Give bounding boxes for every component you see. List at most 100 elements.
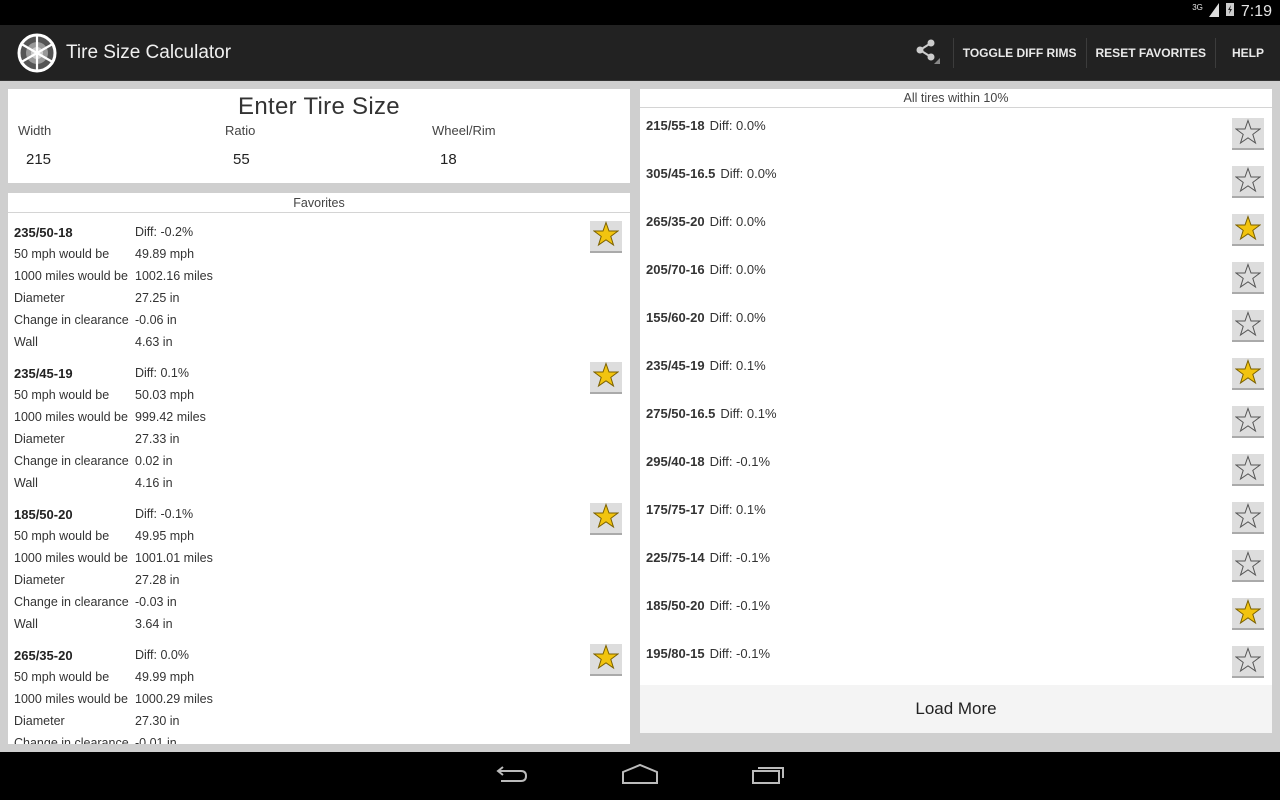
detail-label: Diameter <box>14 432 65 446</box>
enter-tire-size-panel: Enter Tire Size Width 215 Ratio 55 Wheel… <box>8 89 630 183</box>
detail-value: 999.42 miles <box>135 410 206 424</box>
favorite-star-button[interactable] <box>1232 358 1264 390</box>
favorite-star-button[interactable] <box>1232 646 1264 678</box>
tire-list-item[interactable]: 175/75-17 Diff: 0.1% <box>640 492 1272 540</box>
back-button[interactable] <box>492 762 532 790</box>
all-tires-heading: All tires within 10% <box>640 89 1272 108</box>
favorite-detail-row: 235/50-18 Diff: -0.2% <box>14 221 630 243</box>
detail-value: 4.16 in <box>135 476 173 490</box>
tire-list-item[interactable]: 195/80-15 Diff: -0.1% <box>640 636 1272 684</box>
diff-value: Diff: -0.1% <box>709 550 771 565</box>
favorite-star-button[interactable] <box>1232 454 1264 486</box>
tire-size: 275/50-16.5 <box>646 406 716 421</box>
favorite-star-button[interactable] <box>1232 550 1264 582</box>
tire-list-item[interactable]: 215/55-18 Diff: 0.0% <box>640 108 1272 156</box>
recent-apps-button[interactable] <box>748 762 788 790</box>
favorite-star-button[interactable] <box>1232 118 1264 150</box>
tire-logo-icon[interactable] <box>16 32 58 74</box>
tire-list-item[interactable]: 275/50-16.5 Diff: 0.1% <box>640 396 1272 444</box>
star-outline-icon <box>1234 646 1262 676</box>
detail-label: 50 mph would be <box>14 670 110 684</box>
favorite-detail-row: Wall 3.64 in <box>14 613 630 635</box>
wheel-rim-input[interactable]: 18 <box>440 151 496 168</box>
load-more-button[interactable]: Load More <box>640 685 1272 733</box>
tire-list-item[interactable]: 205/70-16 Diff: 0.0% <box>640 252 1272 300</box>
all-tires-list[interactable]: 215/55-18 Diff: 0.0% 305/45-16.5 Diff: 0.0%… <box>640 108 1272 685</box>
ratio-field: Ratio 55 <box>225 123 255 168</box>
home-button[interactable] <box>620 762 660 790</box>
detail-value: 27.30 in <box>135 714 180 728</box>
tire-list-item[interactable]: 155/60-20 Diff: 0.0% <box>640 300 1272 348</box>
detail-label: Wall <box>14 476 38 490</box>
favorite-star-button[interactable] <box>590 643 622 676</box>
favorite-detail-row: Diameter 27.30 in <box>14 710 630 732</box>
detail-value: 4.63 in <box>135 335 173 349</box>
tire-list-item[interactable]: 235/45-19 Diff: 0.1% <box>640 348 1272 396</box>
detail-value: -0.03 in <box>135 595 177 609</box>
star-outline-icon <box>1234 118 1262 148</box>
favorite-star-button[interactable] <box>1232 214 1264 246</box>
navigation-bar <box>0 752 1280 800</box>
toggle-diff-rims-button[interactable]: TOGGLE DIFF RIMS <box>954 25 1086 81</box>
width-label: Width <box>18 123 52 138</box>
tire-size: 225/75-14 <box>646 550 705 565</box>
favorite-star-button[interactable] <box>1232 406 1264 438</box>
detail-value: 1002.16 miles <box>135 269 213 283</box>
detail-value: -0.01 in <box>135 736 177 744</box>
diff-value: Diff: 0.1% <box>709 502 766 517</box>
tire-list-item[interactable]: 225/75-14 Diff: -0.1% <box>640 540 1272 588</box>
favorite-detail-row: 50 mph would be 49.95 mph <box>14 525 630 547</box>
diff-value: Diff: 0.1% <box>720 406 777 421</box>
tire-list-item[interactable]: 265/35-20 Diff: 0.0% <box>640 204 1272 252</box>
diff-value: Diff: 0.0% <box>709 214 766 229</box>
favorite-star-button[interactable] <box>1232 166 1264 198</box>
tire-size: 235/45-19 <box>14 365 73 381</box>
favorite-detail-row: Wall 4.16 in <box>14 472 630 494</box>
favorite-star-button[interactable] <box>1232 598 1264 630</box>
tire-size: 155/60-20 <box>646 310 705 325</box>
tire-list-item[interactable]: 185/50-20 Diff: -0.1% <box>640 588 1272 636</box>
detail-value: 0.02 in <box>135 454 173 468</box>
favorite-star-button[interactable] <box>1232 502 1264 534</box>
favorite-star-button[interactable] <box>1232 310 1264 342</box>
detail-value: 50.03 mph <box>135 388 195 402</box>
favorite-star-button[interactable] <box>590 220 622 253</box>
star-outline-icon <box>1234 406 1262 436</box>
detail-label: 50 mph would be <box>14 247 110 261</box>
detail-label: Wall <box>14 335 38 349</box>
star-outline-icon <box>1234 310 1262 340</box>
star-filled-icon <box>1234 214 1262 244</box>
detail-value: 3.64 in <box>135 617 173 631</box>
favorite-star-button[interactable] <box>590 361 622 394</box>
favorite-detail-row: Change in clearance -0.03 in <box>14 591 630 613</box>
favorite-detail-row: 265/35-20 Diff: 0.0% <box>14 644 630 666</box>
star-outline-icon <box>1234 262 1262 292</box>
star-filled-icon <box>592 502 620 534</box>
tire-list-item[interactable]: 295/40-18 Diff: -0.1% <box>640 444 1272 492</box>
status-bar: 3G 7:19 <box>0 0 1280 25</box>
favorite-detail-row: 1000 miles would be 1000.29 miles <box>14 688 630 710</box>
detail-value: 27.28 in <box>135 573 180 587</box>
width-input[interactable]: 215 <box>26 151 51 168</box>
detail-label: Diameter <box>14 714 65 728</box>
tire-size: 185/50-20 <box>14 506 73 522</box>
back-icon <box>495 764 529 789</box>
share-button[interactable] <box>901 25 953 81</box>
favorites-list[interactable]: 235/50-18 Diff: -0.2% 50 mph would be 49.89… <box>8 213 630 744</box>
diff-value: Diff: 0.0% <box>709 118 766 133</box>
detail-label: 1000 miles would be <box>14 692 128 706</box>
star-outline-icon <box>1234 502 1262 532</box>
signal-icon <box>1208 2 1219 22</box>
reset-favorites-button[interactable]: RESET FAVORITES <box>1087 25 1215 81</box>
favorite-detail-row: Diameter 27.33 in <box>14 428 630 450</box>
ratio-input[interactable]: 55 <box>233 151 255 168</box>
tire-list-item[interactable]: 305/45-16.5 Diff: 0.0% <box>640 156 1272 204</box>
favorite-detail-row: Diameter 27.28 in <box>14 569 630 591</box>
favorite-star-button[interactable] <box>590 502 622 535</box>
detail-value: 1000.29 miles <box>135 692 213 706</box>
help-button[interactable]: HELP <box>1216 25 1280 81</box>
favorite-detail-row: 50 mph would be 49.89 mph <box>14 243 630 265</box>
diff-value: Diff: 0.0% <box>720 166 777 181</box>
network-type: 3G <box>1192 2 1203 12</box>
favorite-star-button[interactable] <box>1232 262 1264 294</box>
